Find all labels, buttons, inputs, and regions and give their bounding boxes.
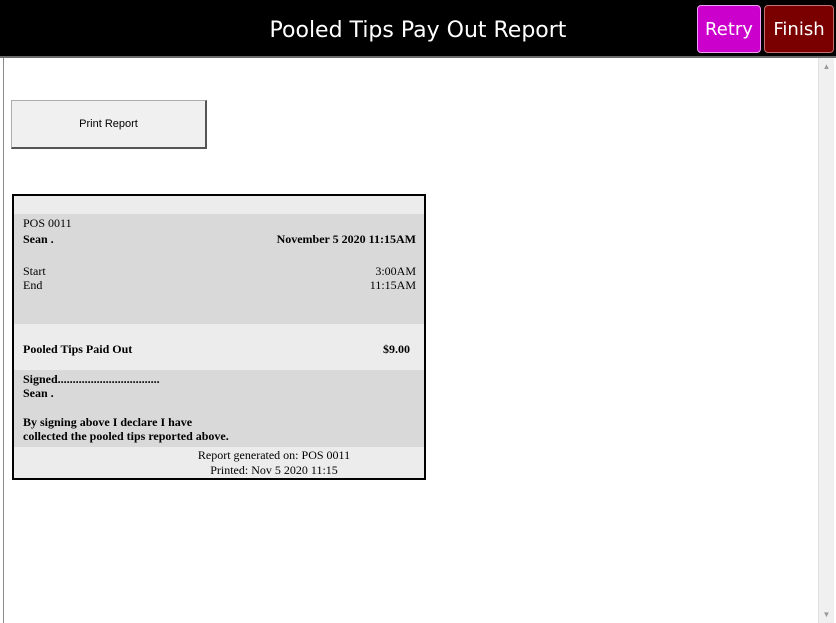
paid-out-label: Pooled Tips Paid Out xyxy=(23,342,133,356)
scroll-down-icon[interactable]: ▼ xyxy=(819,607,834,622)
finish-button[interactable]: Finish xyxy=(764,5,834,53)
receipt-signature-section: Signed..................................… xyxy=(14,370,424,447)
end-label: End xyxy=(23,278,43,292)
title-bar: Pooled Tips Pay Out Report Retry Finish xyxy=(0,0,836,58)
report-receipt: POS 0011 Sean . November 5 2020 11:15AM … xyxy=(12,194,426,480)
signature-line: Signed.................................. xyxy=(23,372,160,386)
signer-name: Sean . xyxy=(23,386,54,400)
declaration-line-1: By signing above I declare I have xyxy=(23,415,193,429)
declaration-line-2: collected the pooled tips reported above… xyxy=(23,429,229,443)
start-time: 3:00AM xyxy=(375,264,416,278)
end-time: 11:15AM xyxy=(369,278,416,292)
report-date: November 5 2020 11:15AM xyxy=(276,232,416,246)
printed-timestamp: Printed: Nov 5 2020 11:15 xyxy=(210,463,338,477)
receipt-total-section: Pooled Tips Paid Out $9.00 xyxy=(14,324,424,370)
paid-out-amount: $9.00 xyxy=(383,342,410,356)
start-label: Start xyxy=(23,264,46,278)
generated-on: Report generated on: POS 0011 xyxy=(197,448,351,462)
scroll-up-icon[interactable]: ▲ xyxy=(819,59,834,74)
terminal-id: POS 0011 xyxy=(23,216,72,230)
print-report-button[interactable]: Print Report xyxy=(11,100,207,149)
vertical-scrollbar[interactable]: ▲ ▼ xyxy=(818,58,834,623)
content-frame-border xyxy=(3,58,4,623)
retry-button[interactable]: Retry xyxy=(697,5,761,53)
receipt-header-section: POS 0011 Sean . November 5 2020 11:15AM … xyxy=(14,214,424,324)
employee-name: Sean . xyxy=(23,232,54,246)
